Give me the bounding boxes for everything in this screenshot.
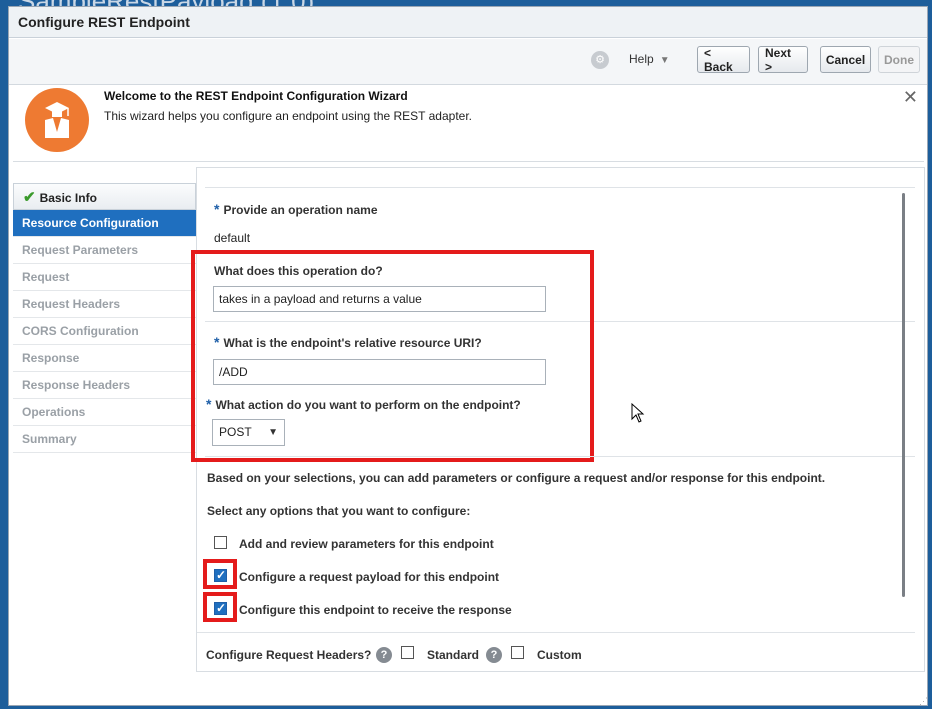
step-label: Summary xyxy=(22,432,77,446)
help-icon[interactable]: ? xyxy=(486,647,502,663)
wizard-steps: ✔ Basic Info Resource Configuration Reque… xyxy=(13,183,196,453)
step-label: Request Parameters xyxy=(22,243,139,257)
operation-name-label: * Provide an operation name xyxy=(214,201,378,217)
welcome-title: Welcome to the REST Endpoint Configurati… xyxy=(104,89,408,103)
required-asterisk: * xyxy=(214,201,220,217)
step-label: Request Headers xyxy=(22,297,121,311)
step-basic-info[interactable]: ✔ Basic Info xyxy=(13,183,196,210)
wizard-toolbar: ⚙ Help ▼ < Back Next > Cancel Done xyxy=(9,39,927,85)
highlight-box xyxy=(203,559,237,589)
operation-name-label-text: Provide an operation name xyxy=(223,203,378,217)
step-label: Basic Info xyxy=(39,191,97,205)
next-button[interactable]: Next > xyxy=(758,46,808,74)
step-label: CORS Configuration xyxy=(22,324,139,338)
options-label: Select any options that you want to conf… xyxy=(207,504,471,518)
step-request-parameters: Request Parameters xyxy=(13,237,196,264)
chevron-down-icon: ▼ xyxy=(659,55,670,66)
add-parameters-checkbox[interactable] xyxy=(214,536,227,549)
info-text: Based on your selections, you can add pa… xyxy=(207,471,826,485)
step-response: Response xyxy=(13,345,196,372)
back-button[interactable]: < Back xyxy=(697,46,750,74)
add-parameters-label: Add and review parameters for this endpo… xyxy=(239,537,494,551)
highlight-box xyxy=(203,592,237,622)
step-summary: Summary xyxy=(13,426,196,453)
help-menu[interactable]: Help ▼ xyxy=(629,46,670,73)
step-response-headers: Response Headers xyxy=(13,372,196,399)
mouse-cursor-icon xyxy=(631,403,645,423)
welcome-text: This wizard helps you configure an endpo… xyxy=(104,109,473,123)
request-headers-label: Configure Request Headers? xyxy=(206,648,372,662)
divider xyxy=(205,456,915,457)
step-cors-configuration: CORS Configuration xyxy=(13,318,196,345)
operation-name-value: default xyxy=(214,231,251,245)
request-payload-label: Configure a request payload for this end… xyxy=(239,570,500,584)
close-icon[interactable]: ✕ xyxy=(903,87,918,108)
receive-response-label: Configure this endpoint to receive the r… xyxy=(239,603,512,617)
checkmark-icon: ✔ xyxy=(23,189,36,206)
step-request-headers: Request Headers xyxy=(13,291,196,318)
divider xyxy=(197,632,915,633)
step-label: Operations xyxy=(22,405,86,419)
highlight-box xyxy=(191,250,594,462)
help-icon[interactable]: ? xyxy=(376,647,392,663)
custom-headers-label: Custom xyxy=(537,648,582,662)
step-operations: Operations xyxy=(13,399,196,426)
vertical-scrollbar[interactable] xyxy=(902,193,905,597)
step-request: Request xyxy=(13,264,196,291)
step-label: Resource Configuration xyxy=(22,216,159,230)
standard-headers-label: Standard xyxy=(427,648,480,662)
standard-headers-checkbox[interactable] xyxy=(401,646,414,659)
settings-icon[interactable]: ⚙ xyxy=(591,51,609,69)
resize-grip-icon[interactable]: ⋰ xyxy=(919,696,928,707)
cancel-button[interactable]: Cancel xyxy=(820,46,871,73)
divider xyxy=(205,187,915,188)
done-button[interactable]: Done xyxy=(878,46,920,73)
step-label: Request xyxy=(22,270,70,284)
dialog-title: Configure REST Endpoint xyxy=(9,7,927,38)
step-label: Response Headers xyxy=(22,378,131,392)
help-label: Help xyxy=(629,52,654,66)
step-label: Response xyxy=(22,351,80,365)
welcome-banner: Welcome to the REST Endpoint Configurati… xyxy=(13,85,924,162)
wizard-graduate-icon xyxy=(25,88,89,152)
custom-headers-checkbox[interactable] xyxy=(511,646,524,659)
step-resource-configuration[interactable]: Resource Configuration xyxy=(13,210,196,237)
